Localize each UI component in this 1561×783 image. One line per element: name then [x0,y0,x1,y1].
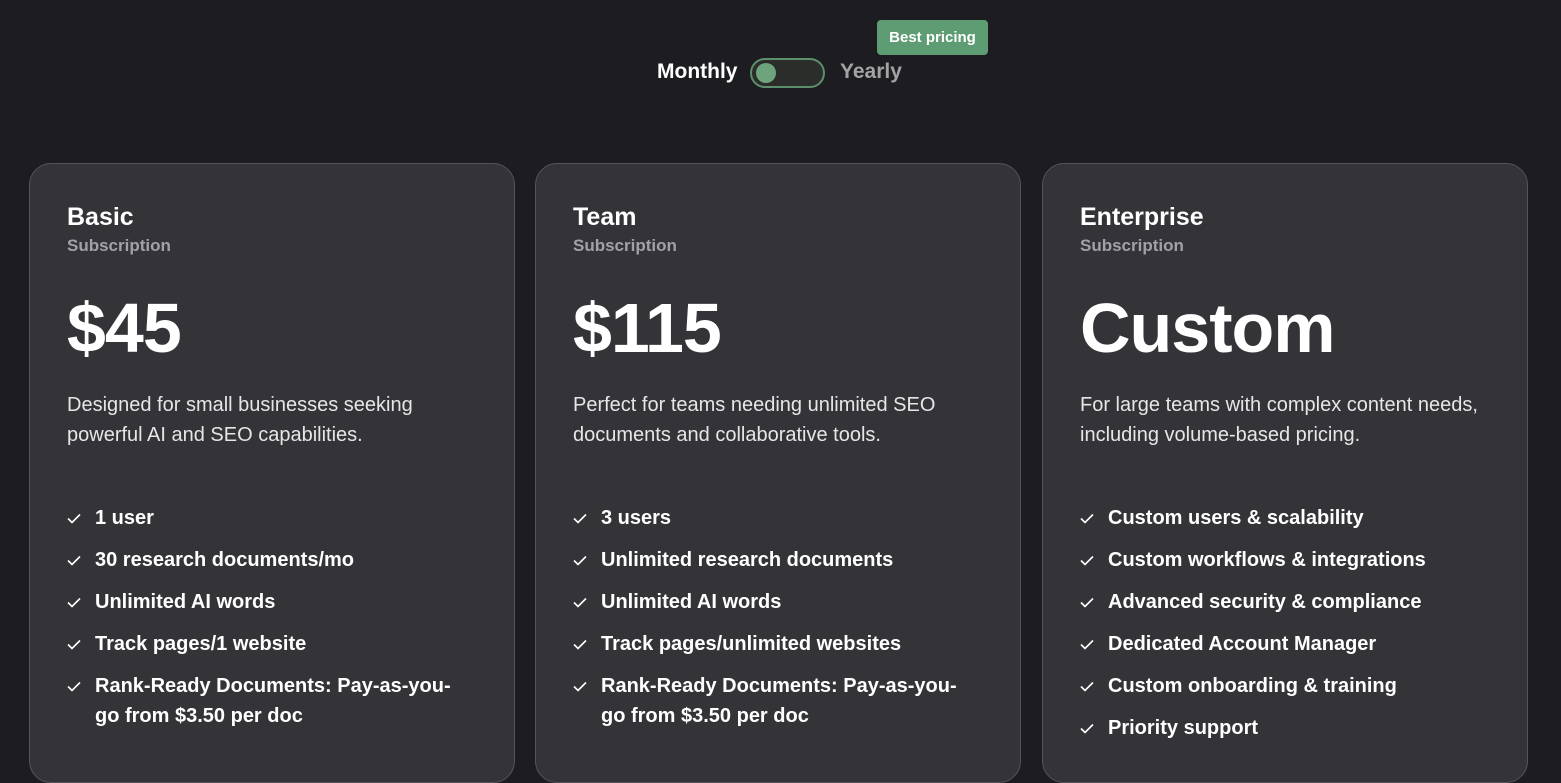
feature-text: Custom onboarding & training [1108,675,1397,697]
check-icon [1080,629,1094,659]
feature-item: Priority support [1080,713,1497,743]
check-icon [573,545,587,575]
check-icon [67,587,81,617]
feature-item: Custom workflows & integrations [1080,545,1497,575]
plan-type: Subscription [1080,236,1184,255]
feature-item: 3 users [573,503,990,533]
plan-name: Basic [67,203,134,231]
feature-item: Advanced security & compliance [1080,587,1497,617]
feature-item: Track pages/unlimited websites [573,629,990,659]
check-icon [67,545,81,575]
feature-text: Unlimited research documents [601,549,894,571]
feature-text: 30 research documents/mo [95,549,354,571]
feature-item: 30 research documents/mo [67,545,484,575]
feature-item: Dedicated Account Manager [1080,629,1497,659]
feature-text: Rank-Ready Documents: Pay-as-you-go from… [95,675,451,727]
best-pricing-badge: Best pricing [877,20,988,55]
billing-period-switch[interactable] [750,58,825,88]
feature-item: 1 user [67,503,484,533]
feature-item: Rank-Ready Documents: Pay-as-you-go from… [67,671,484,731]
feature-text: Track pages/unlimited websites [601,633,902,655]
feature-text: Unlimited AI words [601,591,782,613]
feature-text: Priority support [1108,717,1259,739]
feature-text: Custom workflows & integrations [1108,549,1426,571]
plan-card-enterprise: Enterprise Subscription Custom For large… [1042,163,1528,783]
check-icon [67,503,81,533]
plan-card-basic: Basic Subscription $45 Designed for smal… [29,163,515,783]
check-icon [1080,587,1094,617]
check-icon [1080,671,1094,701]
feature-text: Advanced security & compliance [1108,591,1422,613]
feature-text: Track pages/1 website [95,633,307,655]
billing-toggle: Monthly Yearly [0,56,1561,90]
feature-text: Dedicated Account Manager [1108,633,1377,655]
feature-item: Custom onboarding & training [1080,671,1497,701]
plan-name: Team [573,203,637,231]
monthly-label[interactable]: Monthly [657,60,737,84]
plan-type: Subscription [573,236,677,255]
plan-description: Designed for small businesses seeking po… [67,394,413,446]
feature-text: 1 user [95,507,154,529]
check-icon [573,503,587,533]
plan-price: Custom [1080,289,1336,367]
plan-name: Enterprise [1080,203,1204,231]
check-icon [1080,545,1094,575]
check-icon [1080,713,1094,743]
feature-text: 3 users [601,507,672,529]
feature-item: Unlimited AI words [573,587,990,617]
check-icon [1080,503,1094,533]
plan-type: Subscription [67,236,171,255]
plan-description: Perfect for teams needing unlimited SEO … [573,394,936,446]
plan-description: For large teams with complex content nee… [1080,394,1478,446]
check-icon [573,587,587,617]
yearly-label[interactable]: Yearly [840,60,902,84]
feature-text: Custom users & scalability [1108,507,1364,529]
plan-card-team: Team Subscription $115 Perfect for teams… [535,163,1021,783]
check-icon [573,671,587,701]
feature-item: Rank-Ready Documents: Pay-as-you-go from… [573,671,990,731]
check-icon [573,629,587,659]
feature-list: Custom users & scalability Custom workfl… [1080,503,1497,743]
feature-item: Track pages/1 website [67,629,484,659]
switch-knob [756,63,776,83]
feature-text: Rank-Ready Documents: Pay-as-you-go from… [601,675,957,727]
plan-price: $45 [67,289,182,367]
check-icon [67,629,81,659]
feature-list: 3 users Unlimited research documents Unl… [573,503,990,731]
feature-list: 1 user 30 research documents/mo Unlimite… [67,503,484,731]
feature-item: Unlimited research documents [573,545,990,575]
check-icon [67,671,81,701]
feature-text: Unlimited AI words [95,591,276,613]
feature-item: Custom users & scalability [1080,503,1497,533]
plan-price: $115 [573,289,722,367]
feature-item: Unlimited AI words [67,587,484,617]
